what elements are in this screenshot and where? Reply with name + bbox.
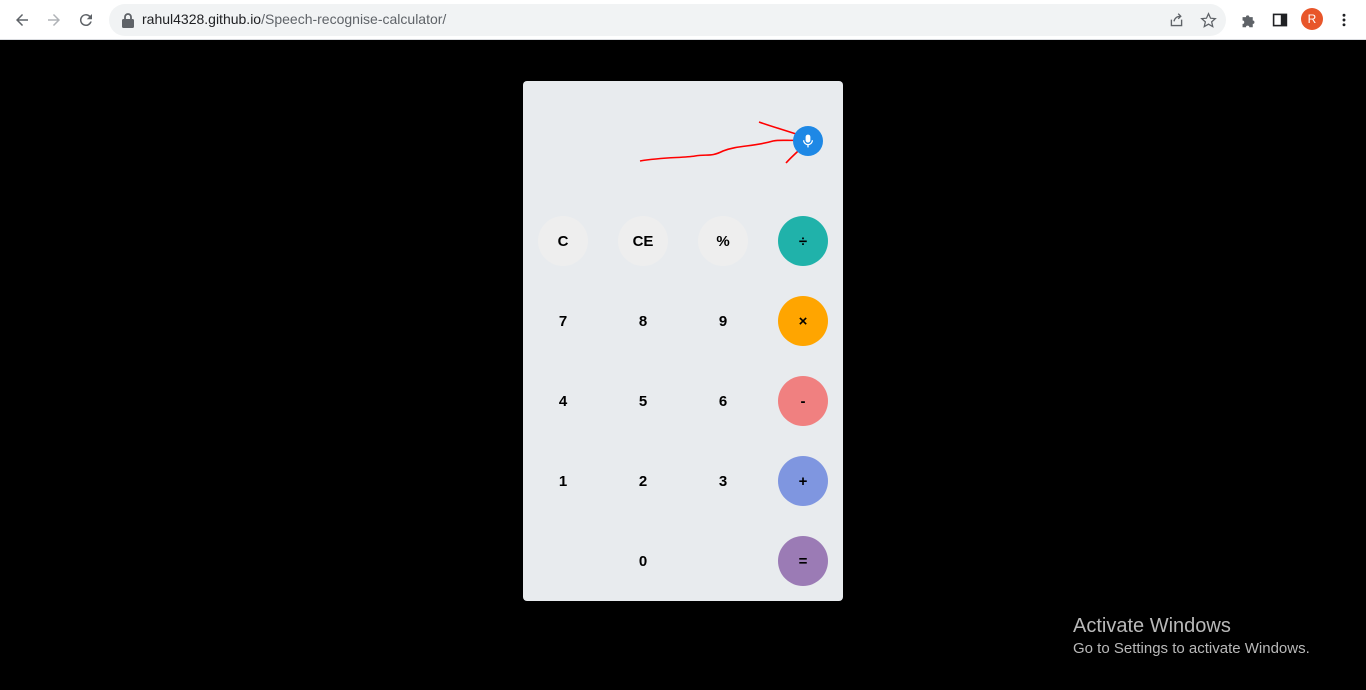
url-host: rahul4328.github.io <box>142 11 262 27</box>
equals-button[interactable]: = <box>778 536 828 586</box>
digit-4-button[interactable]: 4 <box>538 376 588 426</box>
reload-icon <box>79 14 92 27</box>
calculator-panel: C CE % ÷ 7 8 9 × 4 5 6 - 1 2 3 + 0 = <box>523 81 843 601</box>
voice-input-button[interactable] <box>793 126 823 156</box>
profile-avatar[interactable]: R <box>1301 8 1323 30</box>
digit-3-button[interactable]: 3 <box>698 456 748 506</box>
subtract-button[interactable]: - <box>778 376 828 426</box>
share-icon[interactable] <box>1166 10 1186 30</box>
clear-button[interactable]: C <box>538 216 588 266</box>
digit-5-button[interactable]: 5 <box>618 376 668 426</box>
lock-icon <box>122 13 134 28</box>
digit-9-button[interactable]: 9 <box>698 296 748 346</box>
browser-toolbar: rahul4328.github.io/Speech-recognise-cal… <box>0 0 1366 40</box>
forward-arrow-icon <box>48 14 60 26</box>
reload-button[interactable] <box>72 6 100 34</box>
digit-2-button[interactable]: 2 <box>618 456 668 506</box>
windows-activation-watermark: Activate Windows Go to Settings to activ… <box>1073 615 1310 657</box>
url-path: /Speech-recognise-calculator/ <box>261 11 447 27</box>
divide-button[interactable]: ÷ <box>778 216 828 266</box>
percent-button[interactable]: % <box>698 216 748 266</box>
extensions-puzzle-icon[interactable] <box>1237 9 1259 31</box>
side-panel-icon[interactable] <box>1269 9 1291 31</box>
address-bar[interactable]: rahul4328.github.io/Speech-recognise-cal… <box>109 4 1226 36</box>
url-text[interactable]: rahul4328.github.io/Speech-recognise-cal… <box>142 11 446 27</box>
digit-0-button[interactable]: 0 <box>618 536 668 586</box>
digit-6-button[interactable]: 6 <box>698 376 748 426</box>
menu-kebab-icon[interactable] <box>1333 9 1355 31</box>
digit-1-button[interactable]: 1 <box>538 456 588 506</box>
back-arrow-icon <box>16 14 28 26</box>
digit-7-button[interactable]: 7 <box>538 296 588 346</box>
add-button[interactable]: + <box>778 456 828 506</box>
watermark-title: Activate Windows <box>1073 615 1231 637</box>
digit-8-button[interactable]: 8 <box>618 296 668 346</box>
back-button[interactable] <box>8 6 36 34</box>
bookmark-star-icon[interactable] <box>1198 10 1218 30</box>
microphone-icon <box>802 134 814 148</box>
multiply-button[interactable]: × <box>778 296 828 346</box>
watermark-subtitle: Go to Settings to activate Windows. <box>1073 640 1310 657</box>
clear-entry-button[interactable]: CE <box>618 216 668 266</box>
forward-button[interactable] <box>40 6 68 34</box>
